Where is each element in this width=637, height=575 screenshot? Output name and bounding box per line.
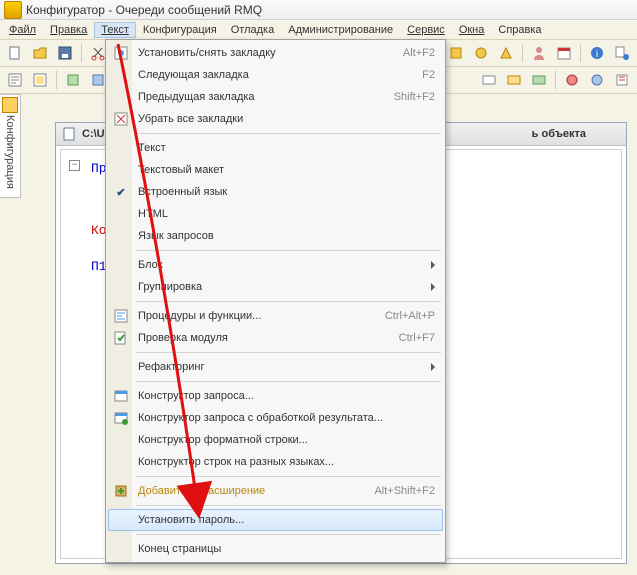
window-title: Конфигуратор - Очереди сообщений RMQ [26, 3, 262, 17]
svg-text:i: i [596, 49, 598, 60]
mi-set-password[interactable]: Установить пароль... [108, 509, 443, 531]
mi-query-lang[interactable]: Язык запросов [108, 225, 443, 247]
query-result-icon [112, 409, 130, 427]
tb2-j[interactable] [611, 69, 633, 91]
config-icon [2, 97, 18, 113]
proc-icon [112, 307, 130, 325]
extension-add-icon [112, 482, 130, 500]
tb-calendar[interactable] [553, 42, 575, 64]
menu-help[interactable]: Справка [491, 22, 548, 38]
menu-text-dropdown: Установить/снять закладкуAlt+F2 Следующа… [105, 39, 446, 563]
side-tab-label: Конфигурация [4, 115, 16, 189]
mi-bookmark-toggle[interactable]: Установить/снять закладкуAlt+F2 [108, 42, 443, 64]
side-tab-config[interactable]: Конфигурация [0, 94, 21, 198]
doc-icon [62, 126, 78, 142]
menu-debug[interactable]: Отладка [224, 22, 281, 38]
submenu-arrow-icon [431, 283, 435, 291]
query-builder-icon [112, 387, 130, 405]
tb-save[interactable] [54, 42, 76, 64]
menu-config[interactable]: Конфигурация [136, 22, 224, 38]
tb2-e[interactable] [478, 69, 500, 91]
mi-bookmark-prev[interactable]: Предыдущая закладкаShift+F2 [108, 86, 443, 108]
menu-edit[interactable]: Правка [43, 22, 94, 38]
mi-procedures[interactable]: Процедуры и функции...Ctrl+Alt+P [108, 305, 443, 327]
tb2-a[interactable] [4, 69, 26, 91]
tb2-c[interactable] [62, 69, 84, 91]
check-module-icon [112, 329, 130, 347]
tb2-g[interactable] [528, 69, 550, 91]
app-icon [4, 1, 22, 19]
tb-icon-a[interactable] [445, 42, 467, 64]
bookmark-clear-icon [112, 110, 130, 128]
mi-text-template[interactable]: Текстовый макет [108, 159, 443, 181]
tb-new[interactable] [4, 42, 26, 64]
tb2-b[interactable] [29, 69, 51, 91]
mi-query-builder[interactable]: Конструктор запроса... [108, 385, 443, 407]
menu-service[interactable]: Сервис [400, 22, 452, 38]
mi-add-extension[interactable]: Добавить ... расширениеAlt+Shift+F2 [108, 480, 443, 502]
mi-builtin-lang[interactable]: ✔Встроенный язык [108, 181, 443, 203]
tb-open[interactable] [29, 42, 51, 64]
doc-title-tail: ь объекта [532, 128, 586, 140]
mi-refactoring[interactable]: Рефакторинг [108, 356, 443, 378]
bookmark-toggle-icon [112, 44, 130, 62]
check-icon: ✔ [112, 183, 130, 201]
mi-text[interactable]: Текст [108, 137, 443, 159]
mi-check-module[interactable]: Проверка модуляCtrl+F7 [108, 327, 443, 349]
mi-multilang-string[interactable]: Конструктор строк на разных языках... [108, 451, 443, 473]
tb2-i[interactable] [586, 69, 608, 91]
fold-toggle[interactable]: − [69, 160, 80, 171]
mi-block[interactable]: Блок [108, 254, 443, 276]
tb-icon-b[interactable] [470, 42, 492, 64]
mi-bookmark-clear[interactable]: Убрать все закладки [108, 108, 443, 130]
tb-help[interactable]: i [586, 42, 608, 64]
mi-query-result[interactable]: Конструктор запроса с обработкой результ… [108, 407, 443, 429]
mi-html[interactable]: HTML [108, 203, 443, 225]
menu-text[interactable]: Текст [94, 22, 136, 38]
tb-user[interactable] [528, 42, 550, 64]
menu-file[interactable]: Файл [2, 22, 43, 38]
mi-format-string[interactable]: Конструктор форматной строки... [108, 429, 443, 451]
submenu-arrow-icon [431, 261, 435, 269]
menubar[interactable]: Файл Правка Текст Конфигурация Отладка А… [0, 20, 637, 40]
tb-icon-c[interactable] [495, 42, 517, 64]
tb2-h[interactable] [561, 69, 583, 91]
window-titlebar: Конфигуратор - Очереди сообщений RMQ [0, 0, 637, 20]
mi-grouping[interactable]: Группировка [108, 276, 443, 298]
tb-context-help[interactable] [611, 42, 633, 64]
menu-windows[interactable]: Окна [452, 22, 492, 38]
submenu-arrow-icon [431, 363, 435, 371]
mi-page-end[interactable]: Конец страницы [108, 538, 443, 560]
menu-admin[interactable]: Администрирование [281, 22, 400, 38]
tb2-f[interactable] [503, 69, 525, 91]
mi-bookmark-next[interactable]: Следующая закладкаF2 [108, 64, 443, 86]
